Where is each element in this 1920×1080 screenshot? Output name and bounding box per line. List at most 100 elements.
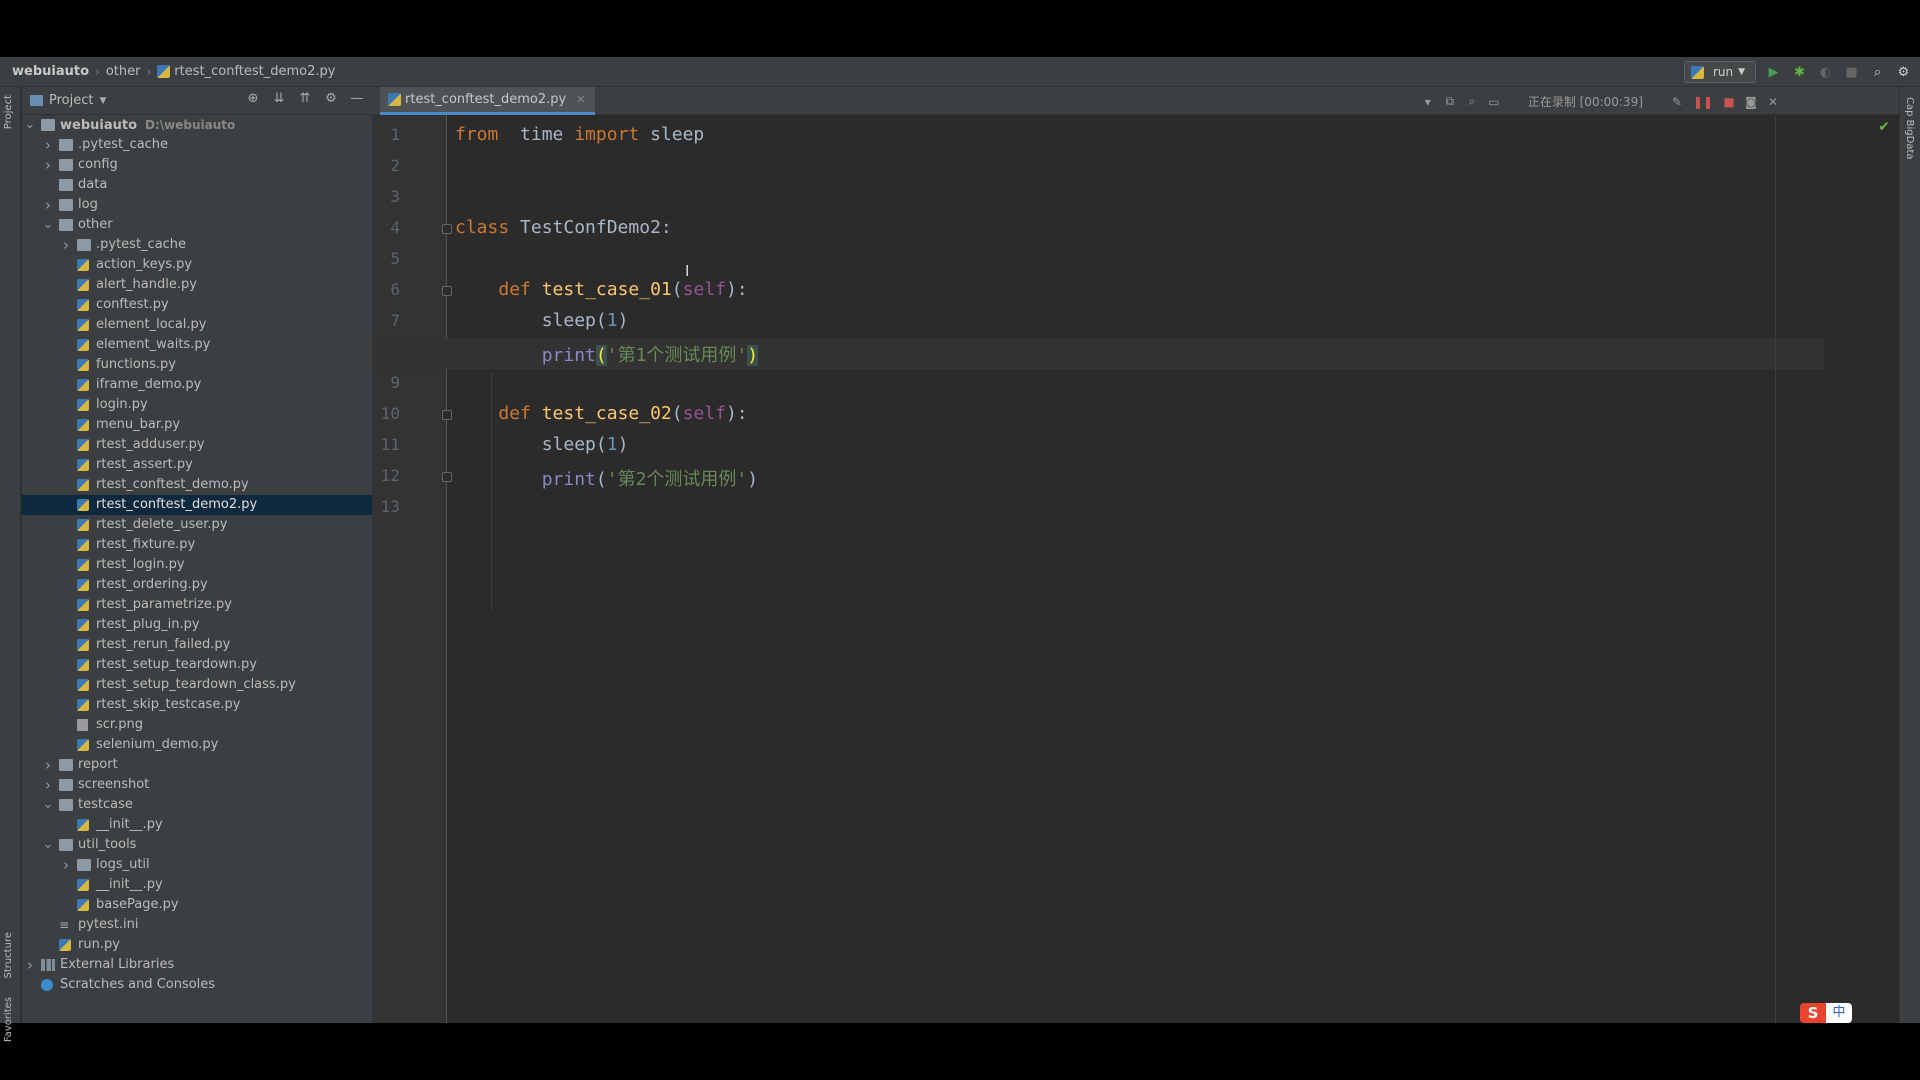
tree-file[interactable]: basePage.py (22, 895, 372, 915)
tree-file[interactable]: element_local.py (22, 315, 372, 335)
tree-folder[interactable]: › report (22, 755, 372, 775)
tree-file[interactable]: rtest_setup_teardown.py (22, 655, 372, 675)
chevron-right-icon[interactable]: › (24, 955, 36, 975)
stop-icon[interactable]: ■ (1843, 64, 1860, 81)
breadcrumb-file[interactable]: rtest_conftest_demo2.py (157, 64, 335, 79)
tree-file[interactable]: action_keys.py (22, 255, 372, 275)
tree-file[interactable]: rtest_delete_user.py (22, 515, 372, 535)
line-number: 6 (390, 280, 400, 299)
bigdata-toolwindow-button[interactable]: Cap BigData (1904, 97, 1915, 160)
tree-folder[interactable]: › log (22, 195, 372, 215)
tree-file[interactable]: rtest_login.py (22, 555, 372, 575)
run-config-select[interactable]: run ▼ (1684, 61, 1756, 83)
breadcrumb-project[interactable]: webuiauto (12, 64, 89, 79)
tree-file[interactable]: rtest_fixture.py (22, 535, 372, 555)
close-icon[interactable]: ✕ (576, 93, 585, 106)
chevron-right-icon[interactable]: › (42, 775, 54, 795)
tree-folder[interactable]: › config (22, 155, 372, 175)
python-file-icon (77, 599, 89, 611)
camera-icon[interactable]: ◙ (1745, 95, 1757, 109)
expand-all-icon[interactable]: ⇊ (272, 91, 286, 106)
chevron-down-icon[interactable]: ⌄ (42, 835, 54, 855)
tree-file[interactable]: rtest_setup_teardown_class.py (22, 675, 372, 695)
tree-folder[interactable]: › .pytest_cache (22, 235, 372, 255)
chevron-down-icon[interactable]: ▾ (1422, 95, 1434, 109)
tree-item-label: __init__.py (96, 817, 163, 832)
tree-file[interactable]: alert_handle.py (22, 275, 372, 295)
tree-file[interactable]: rtest_adduser.py (22, 435, 372, 455)
tree-file[interactable]: iframe_demo.py (22, 375, 372, 395)
library-icon (41, 959, 55, 971)
frame-icon[interactable]: ▭ (1488, 95, 1500, 109)
stop-record-icon[interactable]: ■ (1723, 95, 1735, 109)
breadcrumb-folder[interactable]: other (106, 64, 141, 79)
search-icon[interactable]: ⌕ (1869, 64, 1886, 81)
ime-indicator[interactable]: S 中 (1800, 1003, 1852, 1023)
tree-file[interactable]: rtest_conftest_demo.py (22, 475, 372, 495)
coverage-icon[interactable]: ◐ (1817, 64, 1834, 81)
tree-folder[interactable]: › .pytest_cache (22, 135, 372, 155)
locate-icon[interactable]: ⊕ (246, 91, 260, 106)
tree-file[interactable]: Scratches and Consoles (22, 975, 372, 995)
tree-file[interactable]: rtest_conftest_demo2.py (22, 495, 372, 515)
tree-file[interactable]: rtest_ordering.py (22, 575, 372, 595)
project-toolwindow-button[interactable]: Project (3, 95, 14, 129)
tree-item-label: External Libraries (60, 957, 175, 972)
gear-icon[interactable]: ⚙ (324, 91, 338, 106)
tree-file[interactable]: selenium_demo.py (22, 735, 372, 755)
tree-file[interactable]: rtest_plug_in.py (22, 615, 372, 635)
tree-file[interactable]: rtest_skip_testcase.py (22, 695, 372, 715)
project-view-select[interactable]: Project (49, 93, 93, 108)
line-number: 13 (380, 497, 400, 516)
chevron-right-icon[interactable]: › (60, 855, 72, 875)
chevron-right-icon[interactable]: › (42, 755, 54, 775)
tree-file[interactable]: ≡ pytest.ini (22, 915, 372, 935)
editor-tab[interactable]: rtest_conftest_demo2.py ✕ (380, 87, 596, 115)
debug-icon[interactable]: ✱ (1791, 64, 1808, 81)
tree-file[interactable]: __init__.py (22, 815, 372, 835)
tree-file[interactable]: functions.py (22, 355, 372, 375)
hide-icon[interactable]: — (350, 91, 364, 106)
python-file-icon (77, 559, 89, 571)
tree-file[interactable]: login.py (22, 395, 372, 415)
tree-file[interactable]: rtest_parametrize.py (22, 595, 372, 615)
tree-file[interactable]: menu_bar.py (22, 415, 372, 435)
tree-file[interactable]: conftest.py (22, 295, 372, 315)
chevron-right-icon[interactable]: › (42, 155, 54, 175)
tree-file[interactable]: scr.png (22, 715, 372, 735)
tree-item-label: testcase (78, 797, 133, 812)
close-icon[interactable]: ✕ (1767, 95, 1779, 109)
tree-file[interactable]: › External Libraries (22, 955, 372, 975)
chevron-right-icon[interactable]: › (60, 235, 72, 255)
code-token: time (498, 124, 575, 145)
tree-file[interactable]: __init__.py (22, 875, 372, 895)
code-token: ) (747, 469, 759, 490)
run-icon[interactable]: ▶ (1765, 64, 1782, 81)
tree-file[interactable]: run.py (22, 935, 372, 955)
tree-folder[interactable]: ⌄ util_tools (22, 835, 372, 855)
collapse-all-icon[interactable]: ⇈ (298, 91, 312, 106)
zoom-icon[interactable]: ⌕ (1466, 94, 1478, 109)
chevron-right-icon[interactable]: › (42, 195, 54, 215)
favorites-toolwindow-button[interactable]: Favorites (3, 997, 14, 1042)
chevron-down-icon[interactable]: ⌄ (42, 795, 54, 815)
tree-folder[interactable]: › screenshot (22, 775, 372, 795)
chevron-down-icon[interactable]: ⌄ (42, 215, 54, 235)
tree-folder[interactable]: data (22, 175, 372, 195)
chevron-down-icon[interactable]: ▼ (99, 96, 106, 106)
tree-file[interactable]: element_waits.py (22, 335, 372, 355)
tree-folder[interactable]: ⌄ other (22, 215, 372, 235)
structure-toolwindow-button[interactable]: Structure (3, 932, 14, 979)
code-editor[interactable]: I from time import sleep class TestConfDe… (372, 115, 1824, 1023)
window-icon[interactable]: ⧉ (1444, 94, 1456, 109)
pause-icon[interactable]: ❚❚ (1693, 95, 1713, 109)
pencil-icon[interactable]: ✎ (1671, 95, 1683, 109)
tree-file[interactable]: rtest_assert.py (22, 455, 372, 475)
tree-folder[interactable]: › logs_util (22, 855, 372, 875)
tree-folder[interactable]: ⌄ webuiauto D:\webuiauto (22, 115, 372, 135)
chevron-right-icon[interactable]: › (42, 135, 54, 155)
gear-icon[interactable]: ⚙ (1895, 64, 1912, 81)
tree-folder[interactable]: ⌄ testcase (22, 795, 372, 815)
tree-file[interactable]: rtest_rerun_failed.py (22, 635, 372, 655)
chevron-down-icon[interactable]: ⌄ (24, 115, 36, 135)
